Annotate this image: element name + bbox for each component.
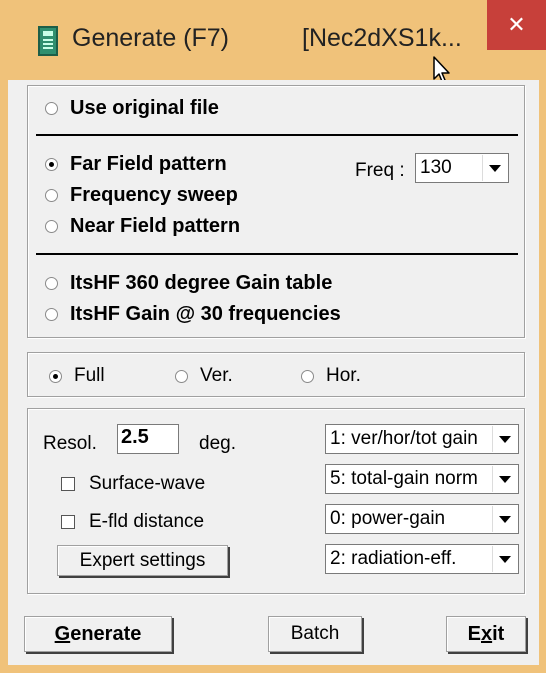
radio-icon xyxy=(45,220,58,233)
checkbox-icon xyxy=(61,515,75,529)
radio-icon xyxy=(45,102,58,115)
chevron-down-icon[interactable] xyxy=(482,155,507,181)
dialog-body: Use original file Far Field pattern Freq… xyxy=(8,80,539,665)
generate-button[interactable]: Generate xyxy=(24,616,172,652)
separator xyxy=(36,253,518,255)
freq-select[interactable]: 130 xyxy=(415,153,509,183)
itshf-30-frequencies-radio[interactable]: ItsHF Gain @ 30 frequencies xyxy=(45,303,341,326)
radio-checked-icon xyxy=(45,158,58,171)
close-button[interactable]: ✕ xyxy=(487,0,546,50)
separator xyxy=(36,134,518,136)
radio-checked-icon xyxy=(49,369,62,383)
mode-group xyxy=(27,85,525,338)
full-radio[interactable]: Full xyxy=(49,365,105,387)
frequency-sweep-radio[interactable]: Frequency sweep xyxy=(45,184,238,207)
window-title-file: [Nec2dXS1k... xyxy=(302,24,462,52)
gain-type-select[interactable]: 1: ver/hor/tot gain xyxy=(325,424,519,454)
radio-icon xyxy=(45,277,58,290)
chevron-down-icon[interactable] xyxy=(492,546,517,572)
radio-icon xyxy=(45,189,58,202)
exit-button[interactable]: Ex it xyxy=(446,616,526,652)
freq-label: Freq : xyxy=(355,160,405,181)
radio-icon xyxy=(301,369,314,383)
efld-distance-checkbox[interactable]: E-fld distance xyxy=(61,511,204,533)
itshf-360-gain-table-radio[interactable]: ItsHF 360 degree Gain table xyxy=(45,272,332,295)
surface-wave-checkbox[interactable]: Surface-wave xyxy=(61,473,205,495)
chevron-down-icon[interactable] xyxy=(492,466,517,492)
gain-normalization-select[interactable]: 5: total-gain norm xyxy=(325,464,519,494)
batch-button[interactable]: Batch xyxy=(268,616,362,652)
far-field-pattern-radio[interactable]: Far Field pattern xyxy=(45,153,227,176)
chevron-down-icon[interactable] xyxy=(492,426,517,452)
window-title: Generate (F7) xyxy=(72,24,230,52)
radio-icon xyxy=(175,369,188,383)
calculator-app-icon xyxy=(38,26,58,56)
resol-label: Resol. xyxy=(43,433,97,454)
radio-icon xyxy=(45,308,58,321)
generate-dialog: Generate (F7) [Nec2dXS1k... ✕ Use origin… xyxy=(0,0,546,673)
radiation-efficiency-select[interactable]: 2: radiation-eff. xyxy=(325,544,519,574)
resolution-input[interactable]: 2.5 xyxy=(117,424,179,454)
expert-settings-button[interactable]: Expert settings xyxy=(57,545,228,576)
close-icon: ✕ xyxy=(507,12,526,37)
hor-radio[interactable]: Hor. xyxy=(301,365,361,387)
title-bar[interactable]: Generate (F7) [Nec2dXS1k... ✕ xyxy=(0,0,546,85)
power-gain-select[interactable]: 0: power-gain xyxy=(325,504,519,534)
checkbox-icon xyxy=(61,477,75,491)
near-field-pattern-radio[interactable]: Near Field pattern xyxy=(45,215,240,238)
chevron-down-icon[interactable] xyxy=(492,506,517,532)
deg-label: deg. xyxy=(199,433,236,454)
use-original-file-radio[interactable]: Use original file xyxy=(45,97,219,120)
ver-radio[interactable]: Ver. xyxy=(175,365,233,387)
